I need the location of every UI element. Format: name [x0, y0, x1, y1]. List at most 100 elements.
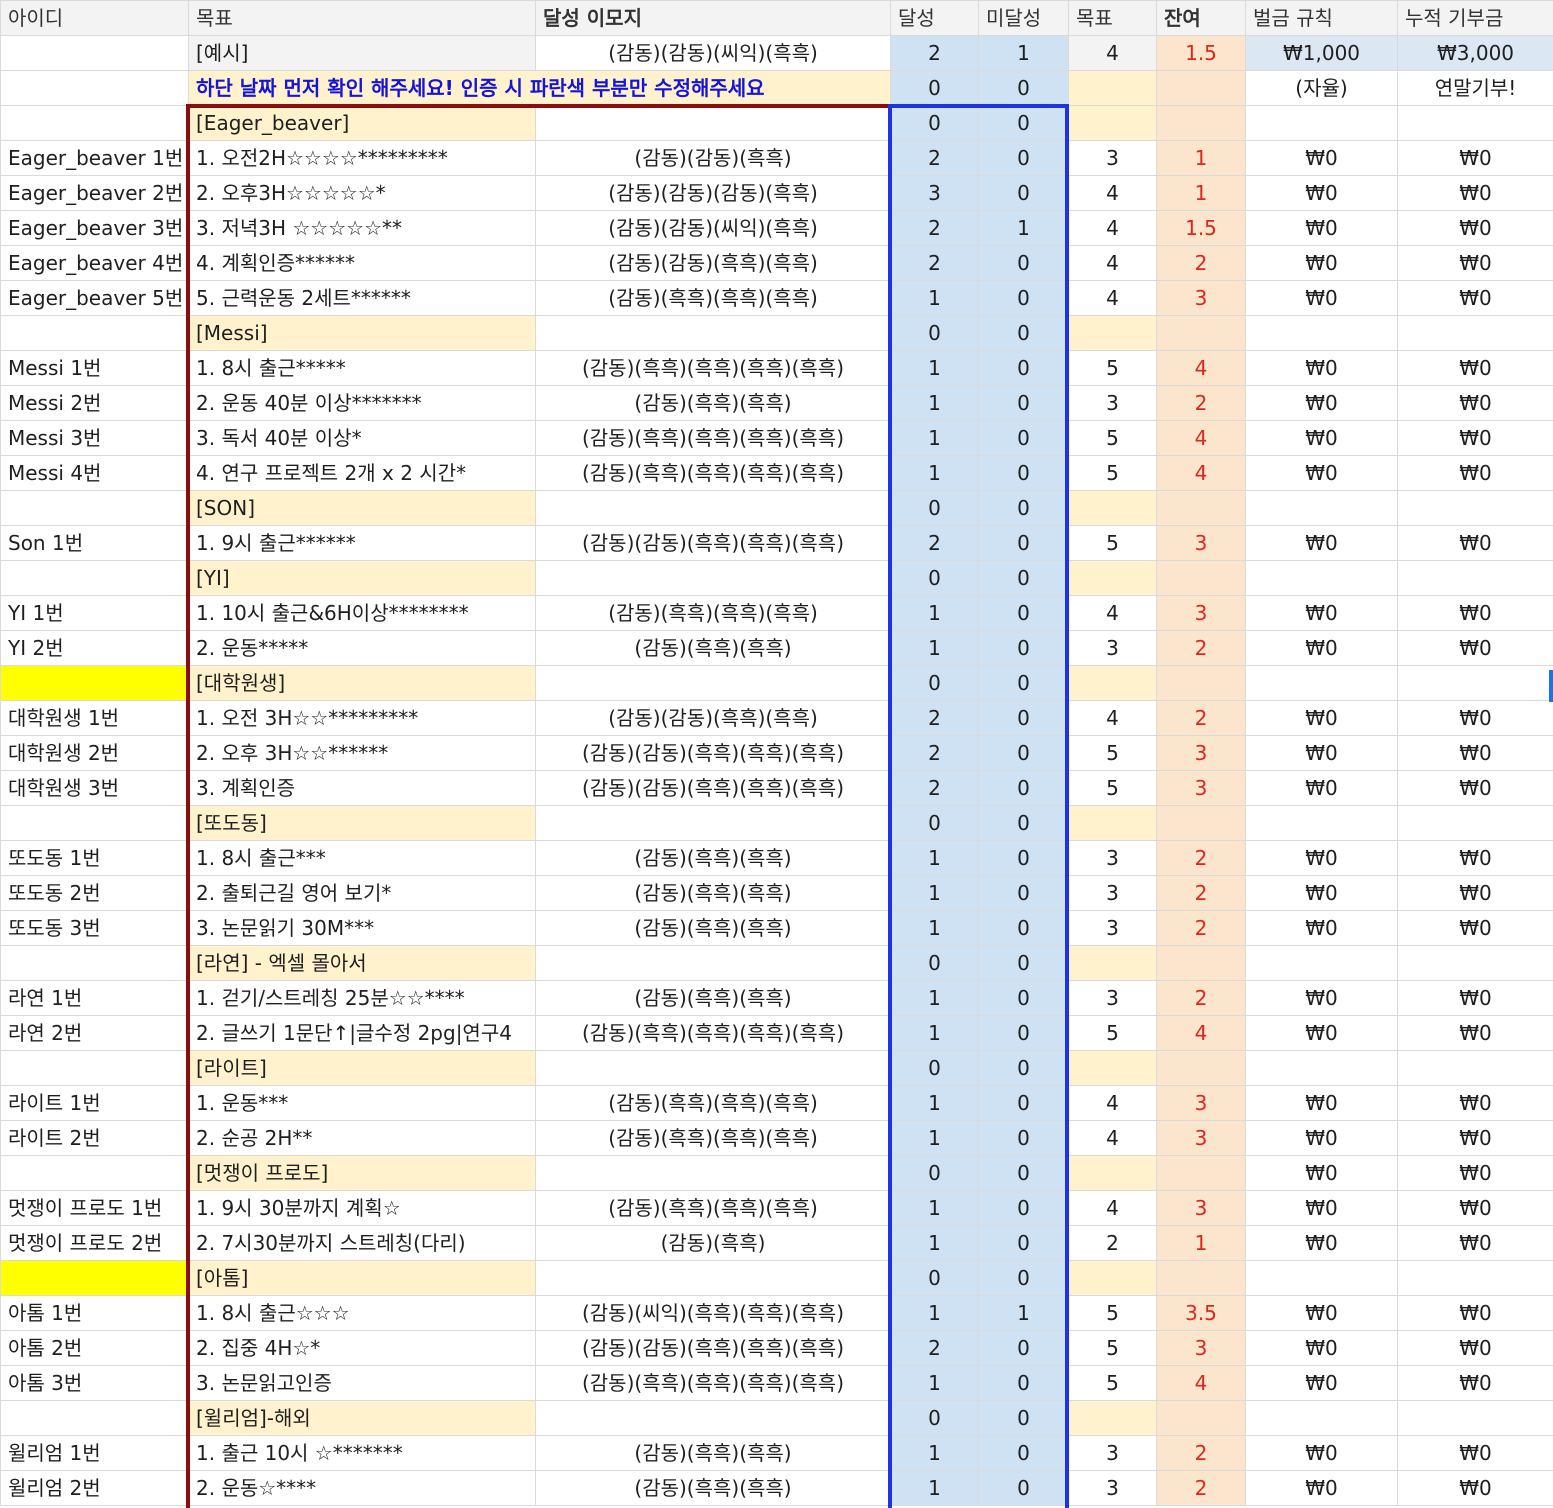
done-cell[interactable]: 2 — [890, 525, 979, 561]
done-cell[interactable]: 0 — [890, 315, 979, 351]
target-cell[interactable]: 3 — [1068, 1435, 1157, 1471]
notdone-cell[interactable]: 0 — [978, 1225, 1069, 1261]
target-cell[interactable]: 3 — [1068, 910, 1157, 946]
target-cell[interactable] — [1068, 945, 1157, 981]
goal-cell[interactable]: 4. 연구 프로젝트 2개 x 2 시간* — [188, 455, 536, 491]
target-cell[interactable] — [1068, 1400, 1157, 1436]
fine-cell[interactable]: ₩0 — [1245, 1470, 1398, 1506]
emoji-cell[interactable]: (감동)(흑흑)(흑흑) — [535, 630, 891, 666]
donation-cell[interactable]: ₩0 — [1397, 455, 1553, 491]
target-cell[interactable]: 5 — [1068, 350, 1157, 386]
emoji-cell[interactable]: (감동)(감동)(흑흑) — [535, 140, 891, 176]
example-target-cell[interactable]: 4 — [1068, 35, 1157, 71]
fine-cell[interactable] — [1245, 945, 1398, 981]
emoji-cell[interactable]: (감동)(흑흑)(흑흑)(흑흑) — [535, 595, 891, 631]
donation-cell[interactable]: ₩0 — [1397, 875, 1553, 911]
done-cell[interactable]: 0 — [890, 105, 979, 141]
notdone-cell[interactable]: 0 — [978, 1085, 1069, 1121]
header-donation[interactable]: 누적 기부금 — [1397, 0, 1553, 36]
donation-cell[interactable]: ₩0 — [1397, 350, 1553, 386]
remain-cell[interactable]: 2 — [1156, 840, 1246, 876]
donation-cell[interactable]: ₩0 — [1397, 420, 1553, 456]
id-cell[interactable]: 라이트 2번 — [0, 1120, 189, 1156]
target-cell[interactable]: 3 — [1068, 875, 1157, 911]
header-fine-rule[interactable]: 벌금 규칙 — [1245, 0, 1398, 36]
donation-cell[interactable]: ₩0 — [1397, 770, 1553, 806]
fine-cell[interactable]: ₩0 — [1245, 1085, 1398, 1121]
fine-cell[interactable] — [1245, 490, 1398, 526]
emoji-cell[interactable]: (감동)(흑흑)(흑흑)(흑흑)(흑흑) — [535, 350, 891, 386]
notdone-cell[interactable]: 0 — [978, 560, 1069, 596]
emoji-cell[interactable] — [535, 1400, 891, 1436]
fine-cell[interactable]: ₩0 — [1245, 910, 1398, 946]
remain-cell[interactable] — [1156, 1050, 1246, 1086]
remain-cell[interactable]: 3 — [1156, 735, 1246, 771]
goal-cell[interactable]: 3. 논문읽고인증 — [188, 1365, 536, 1401]
donation-cell[interactable]: ₩0 — [1397, 175, 1553, 211]
id-cell[interactable]: Messi 1번 — [0, 350, 189, 386]
emoji-cell[interactable]: (감동)(흑흑)(흑흑)(흑흑)(흑흑) — [535, 455, 891, 491]
target-cell[interactable]: 5 — [1068, 1015, 1157, 1051]
target-cell[interactable]: 3 — [1068, 385, 1157, 421]
fine-cell[interactable]: ₩0 — [1245, 1120, 1398, 1156]
donation-cell[interactable]: ₩0 — [1397, 910, 1553, 946]
done-cell[interactable]: 1 — [890, 420, 979, 456]
emoji-cell[interactable]: (감동)(감동)(흑흑)(흑흑)(흑흑) — [535, 770, 891, 806]
id-cell[interactable]: 아톰 2번 — [0, 1330, 189, 1366]
donation-cell[interactable]: ₩0 — [1397, 1365, 1553, 1401]
emoji-cell[interactable] — [535, 315, 891, 351]
goal-cell[interactable]: 1. 운동*** — [188, 1085, 536, 1121]
remain-cell[interactable]: 1.5 — [1156, 210, 1246, 246]
id-cell[interactable]: 라연 2번 — [0, 1015, 189, 1051]
notdone-cell[interactable]: 0 — [978, 1155, 1069, 1191]
notice-text-cell[interactable]: 하단 날짜 먼저 확인 해주세요! 인증 시 파란색 부분만 수정해주세요 — [188, 70, 891, 106]
emoji-cell[interactable] — [535, 1260, 891, 1296]
target-cell[interactable] — [1068, 665, 1157, 701]
donation-cell[interactable]: ₩0 — [1397, 1015, 1553, 1051]
notdone-cell[interactable]: 0 — [978, 735, 1069, 771]
fine-cell[interactable]: ₩0 — [1245, 280, 1398, 316]
emoji-cell[interactable]: (감동)(흑흑)(흑흑)(흑흑)(흑흑) — [535, 1365, 891, 1401]
emoji-cell[interactable]: (감동)(흑흑)(흑흑) — [535, 1470, 891, 1506]
goal-cell[interactable]: 2. 집중 4H☆* — [188, 1330, 536, 1366]
id-cell[interactable] — [0, 105, 189, 141]
done-cell[interactable]: 0 — [890, 665, 979, 701]
done-cell[interactable]: 2 — [890, 1330, 979, 1366]
goal-cell[interactable]: 2. 출퇴근길 영어 보기* — [188, 875, 536, 911]
goal-cell[interactable]: [또도동] — [188, 805, 536, 841]
header-done[interactable]: 달성 — [890, 0, 979, 36]
done-cell[interactable]: 1 — [890, 910, 979, 946]
id-cell[interactable]: 또도동 1번 — [0, 840, 189, 876]
id-cell[interactable] — [0, 1400, 189, 1436]
emoji-cell[interactable]: (감동)(흑흑)(흑흑) — [535, 385, 891, 421]
done-cell[interactable]: 2 — [890, 770, 979, 806]
notice-donation-cell[interactable]: 연말기부! — [1397, 70, 1553, 106]
done-cell[interactable]: 1 — [890, 1085, 979, 1121]
donation-cell[interactable]: ₩0 — [1397, 1330, 1553, 1366]
notdone-cell[interactable]: 0 — [978, 140, 1069, 176]
emoji-cell[interactable]: (감동)(씨익)(흑흑)(흑흑)(흑흑) — [535, 1295, 891, 1331]
goal-cell[interactable]: 1. 8시 출근***** — [188, 350, 536, 386]
remain-cell[interactable]: 3 — [1156, 1190, 1246, 1226]
notdone-cell[interactable]: 0 — [978, 1120, 1069, 1156]
done-cell[interactable]: 0 — [890, 1260, 979, 1296]
fine-cell[interactable]: ₩0 — [1245, 595, 1398, 631]
goal-cell[interactable]: 3. 논문읽기 30M*** — [188, 910, 536, 946]
donation-cell[interactable]: ₩0 — [1397, 1085, 1553, 1121]
notice-id-cell[interactable] — [0, 70, 189, 106]
fine-cell[interactable]: ₩0 — [1245, 455, 1398, 491]
notice-fine-cell[interactable]: (자율) — [1245, 70, 1398, 106]
goal-cell[interactable]: [대학원생] — [188, 665, 536, 701]
emoji-cell[interactable] — [535, 105, 891, 141]
target-cell[interactable] — [1068, 1050, 1157, 1086]
id-cell[interactable]: Eager_beaver 2번 — [0, 175, 189, 211]
fine-cell[interactable]: ₩0 — [1245, 1330, 1398, 1366]
header-goal[interactable]: 목표 — [188, 0, 536, 36]
remain-cell[interactable]: 3 — [1156, 1330, 1246, 1366]
notdone-cell[interactable]: 0 — [978, 350, 1069, 386]
id-cell[interactable]: 대학원생 3번 — [0, 770, 189, 806]
donation-cell[interactable] — [1397, 1260, 1553, 1296]
donation-cell[interactable]: ₩0 — [1397, 1295, 1553, 1331]
remain-cell[interactable]: 4 — [1156, 1015, 1246, 1051]
example-id-cell[interactable] — [0, 35, 189, 71]
